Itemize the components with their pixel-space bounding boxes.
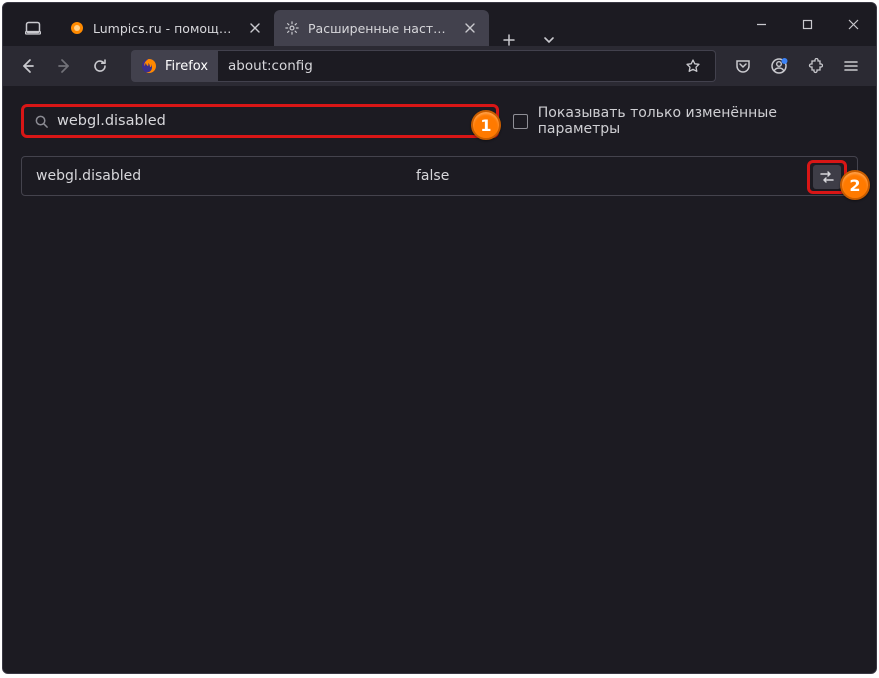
url-input[interactable]: about:config xyxy=(218,50,716,82)
browser-window: Lumpics.ru - помощь с компь Расширенные … xyxy=(2,2,877,674)
search-row: webgl.disabled Показывать только изменён… xyxy=(21,104,858,138)
tabs-dropdown-button[interactable] xyxy=(533,34,565,46)
filter-label: Показывать только изменённые параметры xyxy=(538,105,858,137)
bookmark-button[interactable] xyxy=(681,58,705,74)
spaces-button[interactable] xyxy=(15,10,51,46)
about-config-content: webgl.disabled Показывать только изменён… xyxy=(3,86,876,673)
tab-close-button[interactable] xyxy=(246,19,264,37)
maximize-button[interactable] xyxy=(784,3,830,46)
annotation-badge-1: 1 xyxy=(471,110,501,140)
minimize-button[interactable] xyxy=(738,3,784,46)
account-button[interactable] xyxy=(762,50,796,82)
star-icon xyxy=(685,58,701,74)
hamburger-icon xyxy=(843,58,859,74)
identity-box[interactable]: Firefox xyxy=(131,50,218,82)
tab-lumpics[interactable]: Lumpics.ru - помощь с компь xyxy=(59,10,274,46)
identity-label: Firefox xyxy=(165,59,208,74)
url-bar[interactable]: Firefox about:config xyxy=(131,50,716,82)
pocket-button[interactable] xyxy=(726,50,760,82)
pref-search-input[interactable]: webgl.disabled xyxy=(21,104,499,138)
toggle-pref-button[interactable] xyxy=(813,165,841,189)
search-value: webgl.disabled xyxy=(57,113,166,129)
pref-value: false xyxy=(416,168,843,184)
tab-strip: Lumpics.ru - помощь с компь Расширенные … xyxy=(3,3,738,46)
reload-icon xyxy=(92,58,108,74)
arrow-right-icon xyxy=(56,58,72,74)
tab-close-button[interactable] xyxy=(461,19,479,37)
account-icon xyxy=(770,57,788,75)
plus-icon xyxy=(503,34,515,46)
forward-button[interactable] xyxy=(47,50,81,82)
search-icon xyxy=(34,114,49,129)
show-modified-only[interactable]: Показывать только изменённые параметры xyxy=(513,105,858,137)
url-text: about:config xyxy=(228,58,681,74)
arrow-left-icon xyxy=(20,58,36,74)
chevron-down-icon xyxy=(543,34,555,46)
maximize-icon xyxy=(802,19,813,30)
close-icon xyxy=(465,23,475,33)
back-button[interactable] xyxy=(11,50,45,82)
close-icon xyxy=(848,19,859,30)
app-menu-button[interactable] xyxy=(834,50,868,82)
minimize-icon xyxy=(756,19,767,30)
spaces-icon xyxy=(25,20,41,36)
pref-row[interactable]: webgl.disabled false xyxy=(21,156,858,196)
firefox-icon xyxy=(141,58,157,74)
tab-title: Lumpics.ru - помощь с компь xyxy=(93,21,238,36)
titlebar: Lumpics.ru - помощь с компь Расширенные … xyxy=(3,3,876,46)
new-tab-button[interactable] xyxy=(493,34,525,46)
nav-toolbar: Firefox about:config xyxy=(3,46,876,86)
reload-button[interactable] xyxy=(83,50,117,82)
tab-about-config[interactable]: Расширенные настройки xyxy=(274,10,489,46)
puzzle-icon xyxy=(807,58,823,74)
favicon-settings xyxy=(284,20,300,36)
gear-icon xyxy=(285,21,299,35)
window-controls xyxy=(738,3,876,46)
toggle-icon xyxy=(819,170,835,184)
pref-name: webgl.disabled xyxy=(36,168,416,184)
pocket-icon xyxy=(735,58,751,74)
extensions-button[interactable] xyxy=(798,50,832,82)
close-window-button[interactable] xyxy=(830,3,876,46)
tab-title: Расширенные настройки xyxy=(308,21,453,36)
favicon-lumpics xyxy=(69,20,85,36)
annotation-badge-2: 2 xyxy=(840,170,870,200)
checkbox[interactable] xyxy=(513,114,528,129)
close-icon xyxy=(250,23,260,33)
